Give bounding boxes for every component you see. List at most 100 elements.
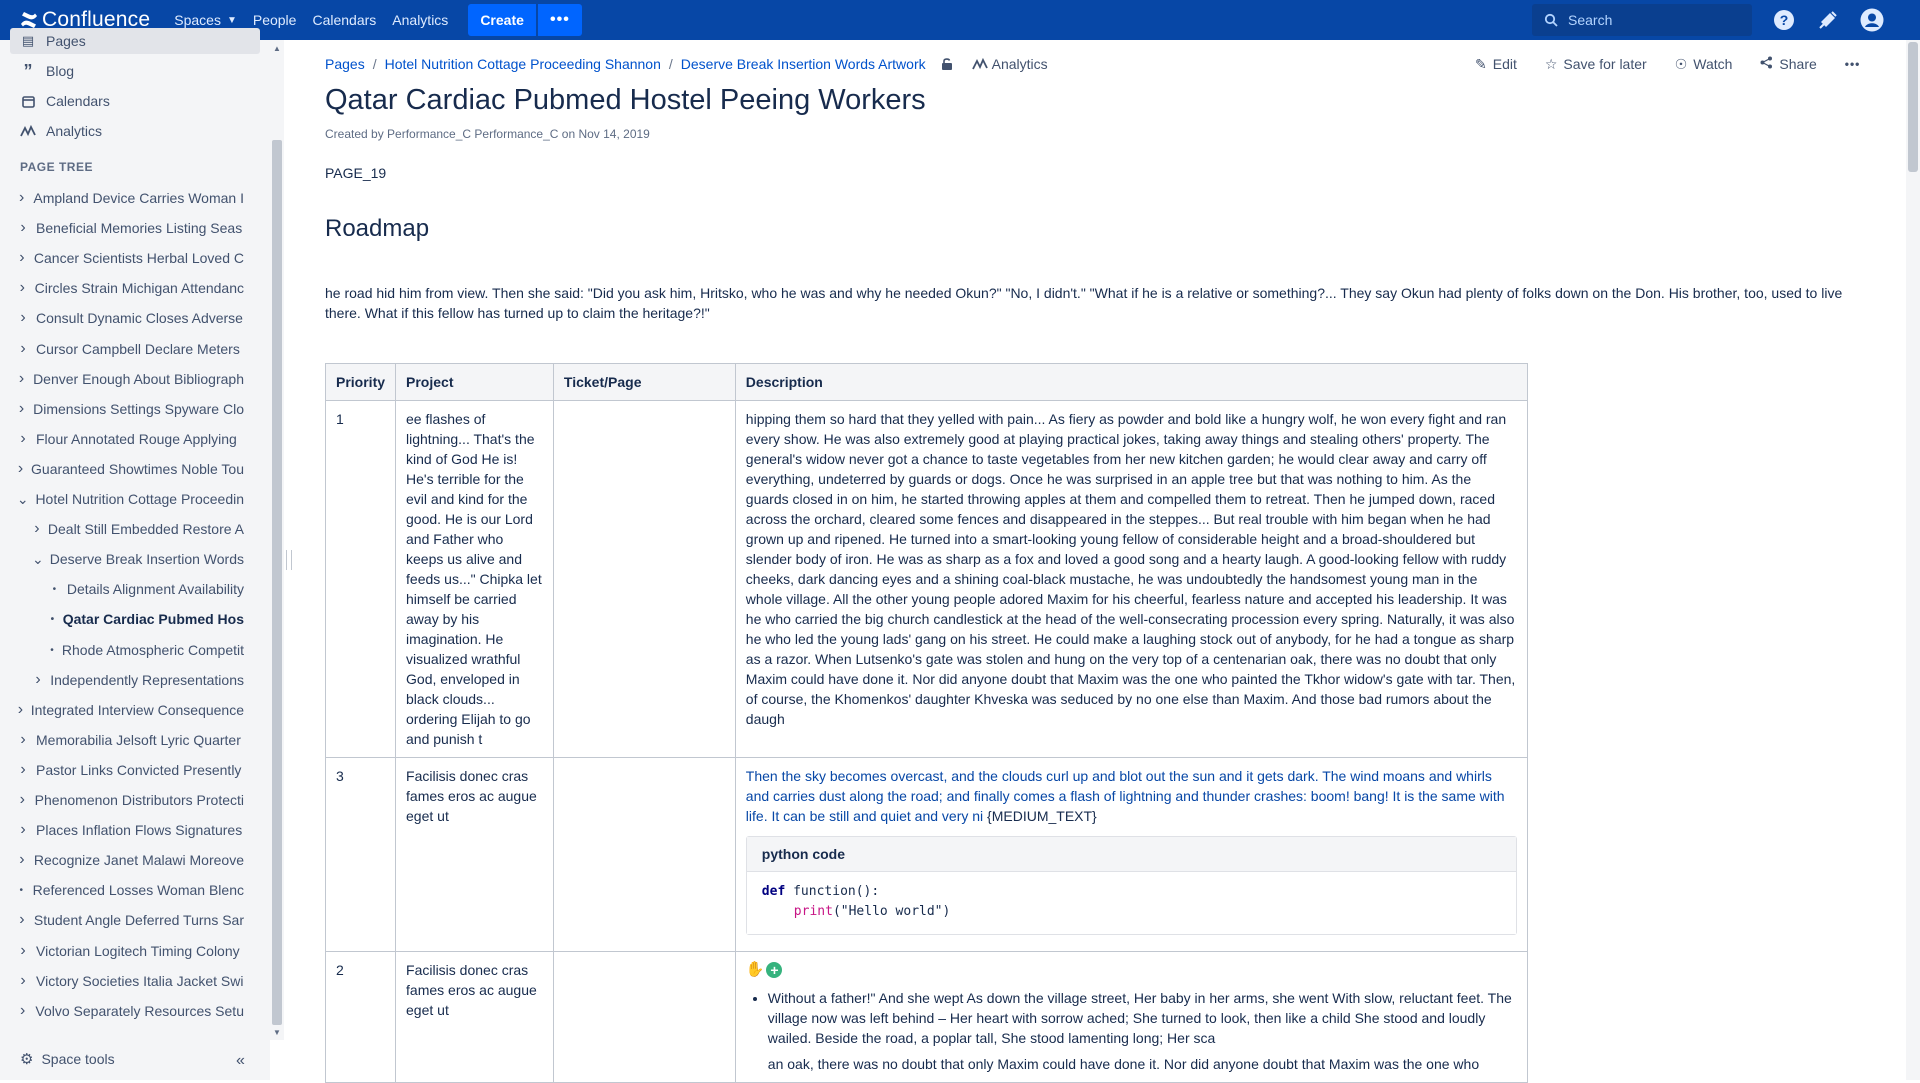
- chevron-right-icon[interactable]: ›: [16, 370, 27, 388]
- chevron-right-icon[interactable]: ›: [16, 851, 28, 869]
- top-navigation: Confluence Spaces ▼ People Calendars Ana…: [0, 0, 1920, 40]
- restrictions-unlock-icon[interactable]: [940, 57, 954, 71]
- page-tree-item[interactable]: • Referenced Losses Woman Blenc: [16, 876, 244, 904]
- create-more-button[interactable]: •••: [537, 4, 582, 36]
- sidebar-item-blog[interactable]: ” Blog: [10, 58, 260, 84]
- sidebar-item-calendars[interactable]: Calendars: [10, 88, 260, 114]
- page-tree-item[interactable]: › Denver Enough About Bibliograph: [16, 365, 244, 393]
- chevron-right-icon[interactable]: ›: [16, 1002, 29, 1020]
- page-tree-item[interactable]: ⌄ Deserve Break Insertion Words: [32, 545, 244, 573]
- column-header-priority: Priority: [324, 363, 397, 401]
- page-tree-item[interactable]: › Guaranteed Showtimes Noble Tou: [16, 455, 244, 483]
- page-tree-item[interactable]: › Victory Societies Italia Jacket Swi: [16, 967, 244, 995]
- page-tree-item[interactable]: › Dimensions Settings Spyware Clo: [16, 395, 244, 423]
- description-cell: ✋ + Without a father!" And she wept As d…: [734, 951, 1529, 1083]
- page-tree-item[interactable]: › Pastor Links Convicted Presently: [16, 756, 244, 784]
- page-tree-item[interactable]: › Recognize Janet Malawi Moreove: [16, 846, 244, 874]
- page-tree-item[interactable]: › Victorian Logitech Timing Colony: [16, 937, 244, 965]
- chevron-right-icon[interactable]: ›: [16, 219, 30, 237]
- scroll-up-icon[interactable]: ▲: [273, 44, 281, 53]
- notifications-icon[interactable]: [1816, 8, 1840, 32]
- chevron-right-icon[interactable]: ›: [16, 701, 25, 719]
- page-tree-item[interactable]: › Flour Annotated Rouge Applying: [16, 425, 244, 453]
- page-tree-item[interactable]: › Phenomenon Distributors Protecti: [16, 786, 244, 814]
- main-scrollbar[interactable]: [1906, 40, 1920, 1080]
- page-tree-item[interactable]: › Independently Representations: [32, 666, 244, 694]
- edit-button[interactable]: ✎ Edit: [1475, 52, 1517, 76]
- more-actions-button[interactable]: •••: [1845, 52, 1861, 76]
- chevron-down-icon[interactable]: ⌄: [16, 491, 29, 508]
- chevron-right-icon[interactable]: ›: [16, 400, 27, 418]
- page-tree-item[interactable]: › Volvo Separately Resources Setu: [16, 997, 244, 1025]
- create-button[interactable]: Create: [468, 4, 536, 36]
- collapse-sidebar-icon[interactable]: «: [236, 1052, 245, 1070]
- chevron-right-icon[interactable]: ›: [16, 911, 28, 929]
- nav-analytics[interactable]: Analytics: [384, 0, 456, 40]
- page-tree-item-label: Consult Dynamic Closes Adverse: [36, 310, 243, 326]
- chevron-right-icon[interactable]: ›: [16, 791, 29, 809]
- page-analytics-link[interactable]: Analytics: [971, 56, 1048, 72]
- page-tree-item-label: Ampland Device Carries Woman I: [33, 190, 244, 206]
- chevron-right-icon[interactable]: ›: [16, 821, 30, 839]
- page-tree-item[interactable]: ⌄ Hotel Nutrition Cottage Proceedin: [16, 485, 244, 513]
- chevron-right-icon[interactable]: ›: [16, 189, 27, 207]
- search-input[interactable]: Search: [1532, 4, 1752, 36]
- page-tree-item[interactable]: › Beneficial Memories Listing Seas: [16, 214, 244, 242]
- page-tree-item[interactable]: • Qatar Cardiac Pubmed Hos: [48, 605, 244, 633]
- chevron-right-icon[interactable]: ›: [16, 942, 30, 960]
- main-scroll-thumb[interactable]: [1908, 42, 1918, 172]
- page-tree-item-label: Cancer Scientists Herbal Loved C: [33, 250, 244, 266]
- chevron-right-icon[interactable]: ›: [16, 761, 30, 779]
- chevron-right-icon[interactable]: ›: [16, 279, 29, 297]
- page-tree-item[interactable]: • Rhode Atmospheric Competit: [48, 636, 244, 664]
- nav-spaces-label: Spaces: [174, 12, 221, 28]
- chevron-right-icon[interactable]: ›: [16, 249, 28, 267]
- share-label: Share: [1779, 56, 1817, 72]
- page-tree-item[interactable]: › Places Inflation Flows Signatures: [16, 816, 244, 844]
- help-icon[interactable]: ?: [1772, 8, 1796, 32]
- sidebar-item-analytics[interactable]: Analytics: [10, 118, 260, 144]
- page-tree-item[interactable]: › Cursor Campbell Declare Meters: [16, 335, 244, 363]
- bullet-icon: •: [19, 884, 24, 896]
- page-tree-item-label: Recognize Janet Malawi Moreove: [33, 852, 244, 868]
- user-avatar-icon[interactable]: [1860, 8, 1884, 32]
- chevron-right-icon[interactable]: ›: [16, 460, 25, 478]
- code-line: def function():: [762, 882, 1501, 902]
- page-tree-item[interactable]: › Integrated Interview Consequence: [16, 696, 244, 724]
- chevron-right-icon[interactable]: ›: [32, 671, 44, 689]
- page-tree-item[interactable]: › Consult Dynamic Closes Adverse: [16, 304, 244, 332]
- page-tree-item[interactable]: • Details Alignment Availability: [48, 575, 244, 603]
- chevron-right-icon[interactable]: ›: [16, 340, 30, 358]
- page-tree-item[interactable]: › Memorabilia Jelsoft Lyric Quarter: [16, 726, 244, 754]
- save-for-later-button[interactable]: ☆ Save for later: [1545, 52, 1647, 76]
- page-tree-item[interactable]: › Student Angle Deferred Turns Sar: [16, 906, 244, 934]
- chevron-down-icon[interactable]: ⌄: [32, 551, 44, 568]
- page-tree-item-label: Victory Societies Italia Jacket Swi: [36, 973, 244, 989]
- sidebar-scroll-thumb[interactable]: [272, 140, 282, 1025]
- page-tree-item-label: Guaranteed Showtimes Noble Tou: [31, 461, 244, 477]
- scroll-down-icon[interactable]: ▼: [273, 1028, 281, 1037]
- code-string: ("Hello world"): [832, 904, 951, 919]
- page-tree-item[interactable]: › Dealt Still Embedded Restore A: [32, 515, 244, 543]
- breadcrumb-pages[interactable]: Pages: [325, 56, 365, 72]
- plus-circle-icon: +: [766, 962, 783, 978]
- chevron-right-icon[interactable]: ›: [32, 520, 42, 538]
- space-tools-button[interactable]: ⚙ Space tools: [20, 1050, 115, 1068]
- sidebar-item-pages[interactable]: ▤ Pages: [10, 28, 260, 54]
- chevron-right-icon[interactable]: ›: [16, 309, 30, 327]
- share-button[interactable]: Share: [1760, 52, 1817, 76]
- chevron-right-icon[interactable]: ›: [16, 430, 30, 448]
- page-actions: ✎ Edit ☆ Save for later ☉ Watch Share ••…: [1475, 52, 1888, 76]
- watch-button[interactable]: ☉ Watch: [1675, 52, 1733, 76]
- pages-icon: ▤: [21, 33, 35, 48]
- sidebar-resize-handle[interactable]: [286, 550, 292, 570]
- page-tree-item[interactable]: › Cancer Scientists Herbal Loved C: [16, 244, 244, 272]
- search-icon: [1544, 13, 1558, 27]
- breadcrumb-parent[interactable]: Hotel Nutrition Cottage Proceeding Shann…: [385, 56, 661, 72]
- chevron-right-icon[interactable]: ›: [16, 972, 30, 990]
- chevron-right-icon[interactable]: ›: [16, 731, 30, 749]
- breadcrumb-current-parent[interactable]: Deserve Break Insertion Words Artwork: [681, 56, 926, 72]
- page-tree-item[interactable]: › Circles Strain Michigan Attendanc: [16, 274, 244, 302]
- nav-calendars[interactable]: Calendars: [304, 0, 384, 40]
- page-tree-item[interactable]: › Ampland Device Carries Woman I: [16, 184, 244, 212]
